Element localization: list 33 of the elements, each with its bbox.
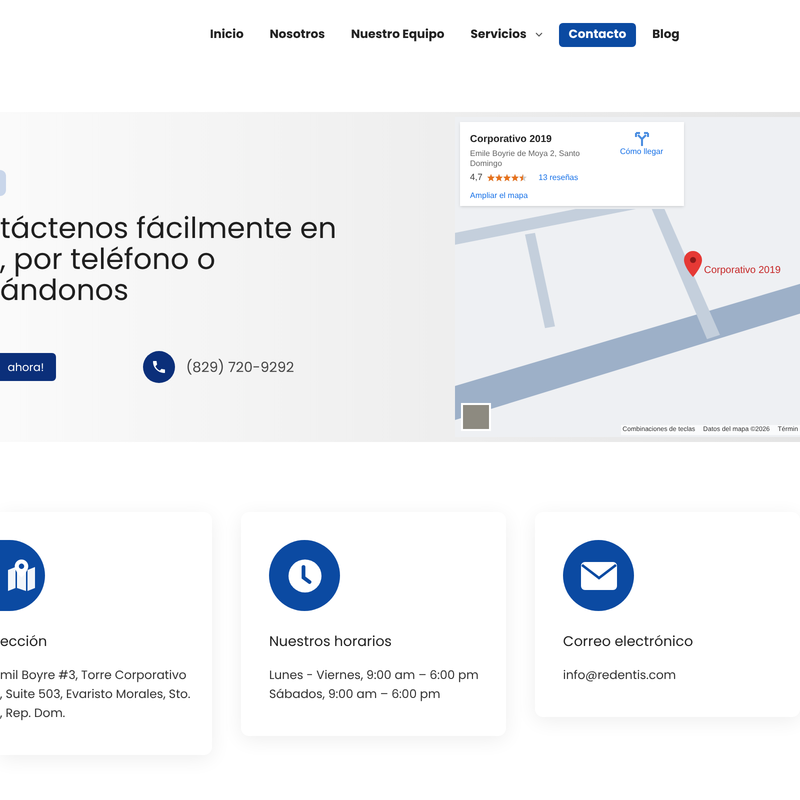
nav-link[interactable]: Blog [642,23,690,47]
star-icon [518,172,527,183]
card-text: Lunes - Viernes, 9:00 am – 6:00 pm Sábados, 9:00 am – 6:00 pm [269,666,480,704]
star-icon [486,172,495,183]
clock-icon [286,558,323,594]
satellite-thumbnail [461,403,491,431]
place-address: Emile Boyrie de Moya 2, Santo Domingo [470,149,581,169]
reviews-link[interactable]: 13 reseñas [538,172,578,184]
nav-link[interactable]: Nosotros [260,23,335,47]
card-text: info@redentis.com [563,666,678,685]
phone-icon [143,351,175,383]
enlarge-map-link[interactable]: Ampliar el mapa [470,190,610,202]
star-icon [510,172,519,183]
map-pin-icon [684,251,702,277]
card-title: Correo electrónico [563,631,694,652]
star-icon [502,172,511,183]
hero-heading: táctenos fácilmente en , por teléfono o ándonos [0,214,338,307]
nav-link[interactable]: Contacto [558,23,636,47]
nav-link[interactable]: Nuestro Equipo [340,23,454,47]
place-name: Corporativo 2019 [470,133,553,147]
card-text: mil Boyre #3, Torre Corporativo , Suite 503, Evaristo Morales, Sto. , Rep. Dom. [0,666,192,723]
card-title: Nuestros horarios [269,631,393,652]
nav-link[interactable]: Inicio [200,23,254,47]
directions-link[interactable]: Cómo llegar [620,132,664,196]
nav-link[interactable]: Servicios [460,23,553,47]
call-button[interactable]: ahora! [0,353,56,381]
rating-value: 4,7 [470,171,483,184]
directions-icon [634,132,649,146]
card-title: ección [0,631,48,652]
envelope-icon [580,560,618,590]
star-icon [494,172,503,183]
pin-label: Corporativo 2019 [704,264,781,278]
phone-number: (829) 720-9292 [186,356,294,378]
